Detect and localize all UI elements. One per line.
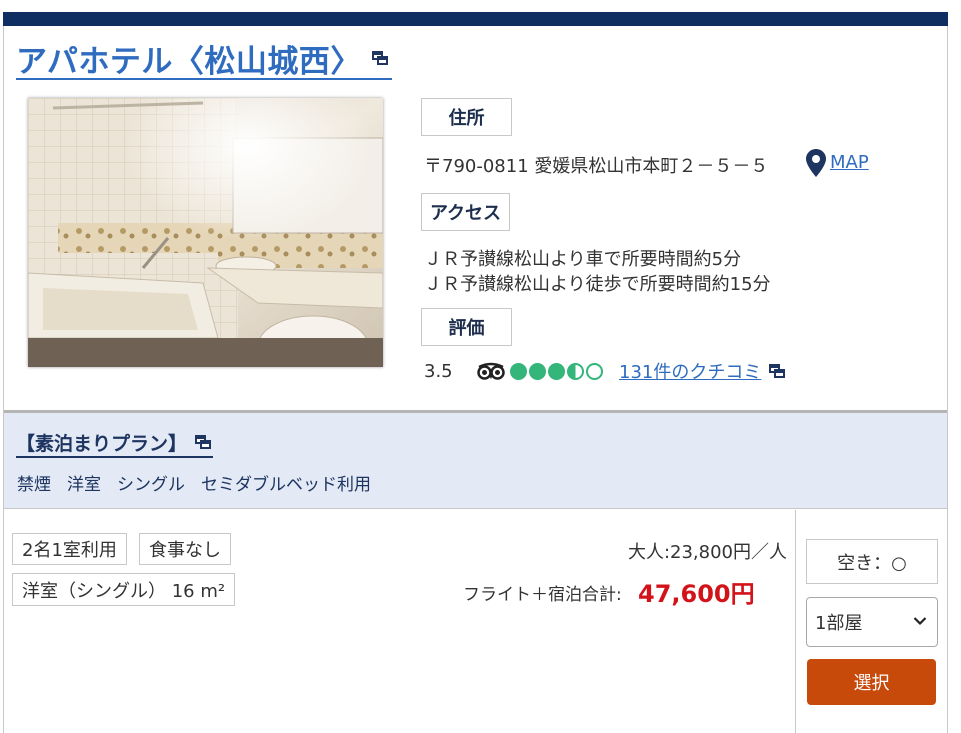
top-bar xyxy=(3,12,948,26)
total-price: 47,600円 xyxy=(638,580,755,608)
access-label: アクセス xyxy=(421,193,510,231)
room-count-value: 1部屋 xyxy=(815,613,863,634)
hotel-bathroom-photo xyxy=(28,98,383,367)
room-count-select[interactable]: 1部屋 xyxy=(806,597,938,647)
meal-chip: 食事なし xyxy=(139,533,231,565)
external-window-icon[interactable] xyxy=(195,435,212,449)
plan-tag: 洋室 xyxy=(67,475,101,495)
plan-tag: 禁煙 xyxy=(17,475,51,495)
plan-title-link[interactable]: 【素泊まりプラン】 xyxy=(16,428,214,458)
select-button[interactable]: 選択 xyxy=(807,659,936,705)
address-label: 住所 xyxy=(421,98,512,136)
tripadvisor-owl-icon xyxy=(476,361,506,381)
access-line-2: ＪＲ予讃線松山より徒歩で所要時間約15分 xyxy=(424,274,771,295)
reviews-link[interactable]: 131件のクチコミ xyxy=(619,358,761,384)
rating-row: 3.5 131件のクチコミ xyxy=(424,358,786,384)
availability-status: 空き：○ xyxy=(806,539,938,584)
occupancy-chip: 2名1室利用 xyxy=(12,533,127,565)
rating-circles xyxy=(510,362,603,380)
plan-tag: シングル xyxy=(117,475,185,495)
rating-circle-full xyxy=(548,362,565,380)
rating-circle-full xyxy=(510,362,527,380)
total-price-label: フライト＋宿泊合計: xyxy=(463,585,622,605)
hotel-title-link[interactable]: アパホテル〈松山城西〉 xyxy=(16,38,392,80)
external-window-icon[interactable] xyxy=(769,364,786,378)
plan-tags: 禁煙 洋室 シングル セミダブルベッド利用 xyxy=(17,470,371,495)
hotel-name[interactable]: アパホテル〈松山城西〉 xyxy=(16,36,362,81)
plan-tag: セミダブルベッド利用 xyxy=(201,475,371,495)
rating-score: 3.5 xyxy=(424,360,453,382)
chevron-down-icon xyxy=(913,617,927,626)
column-divider xyxy=(795,510,796,733)
adult-price: 大人:23,800円／人 xyxy=(627,542,787,563)
rating-label: 評価 xyxy=(421,308,512,346)
rating-circle-full xyxy=(529,362,546,380)
plan-title[interactable]: 【素泊まりプラン】 xyxy=(16,429,187,456)
map-link[interactable]: MAP xyxy=(830,152,869,173)
external-window-icon[interactable] xyxy=(371,51,388,65)
room-type-chip: 洋室（シングル） 16 m² xyxy=(12,573,236,606)
map-pin-icon[interactable] xyxy=(806,149,826,177)
access-line-1: ＪＲ予讃線松山より車で所要時間約5分 xyxy=(424,249,742,270)
rating-circle-empty xyxy=(586,362,603,380)
rating-circle-half xyxy=(567,362,584,380)
address-text: 〒790-0811 愛媛県松山市本町２－５－５ xyxy=(424,156,769,177)
